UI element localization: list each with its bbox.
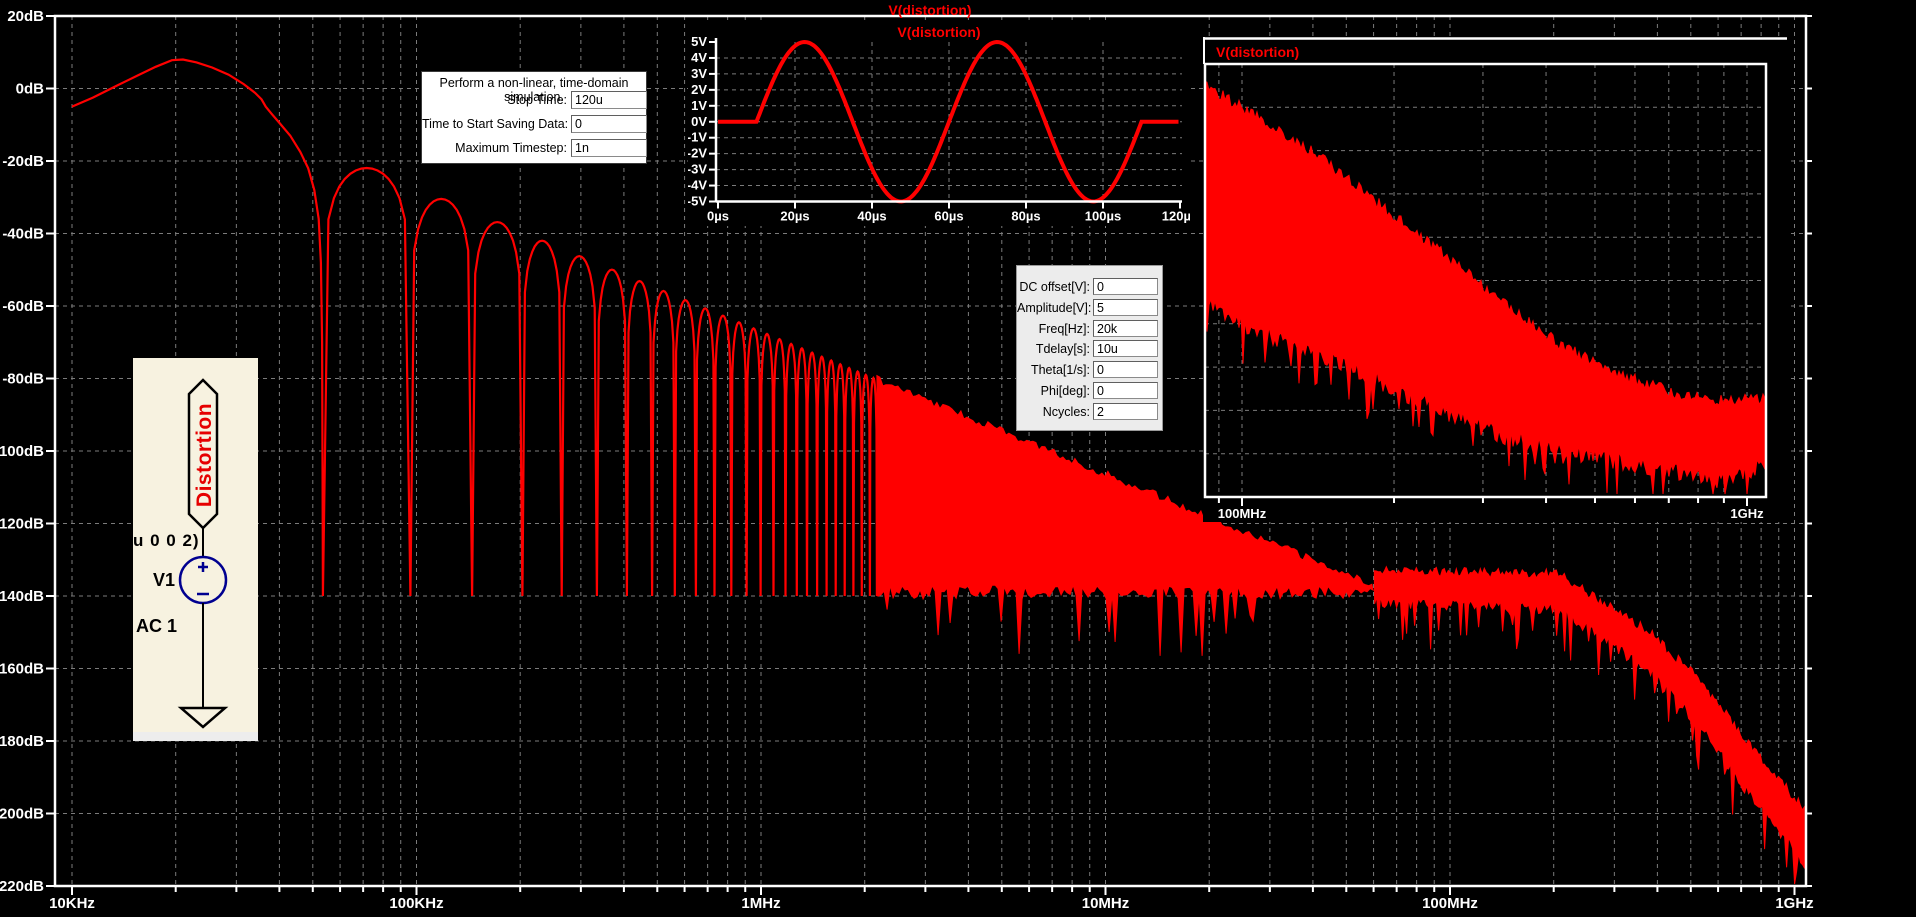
y-axis-label: -160dB (0, 661, 44, 678)
x-axis-label: 0µs (707, 209, 729, 224)
y-axis-label: 0dB (16, 81, 45, 98)
time-plot-title: V(distortion) (897, 24, 980, 40)
dc-offset-v-label: DC offset[V]: (1019, 280, 1090, 294)
x-axis-label: 10KHz (49, 895, 95, 912)
y-axis-label: -140dB (0, 588, 44, 605)
y-axis-label: -200dB (0, 806, 44, 823)
ltspice-window: 20dB 0dB -20dB -40dB -60dB -80dB -100dB -120dB -… (0, 0, 1916, 917)
ncycles-label: Ncycles: (1042, 404, 1090, 419)
time-to-start-saving-data-input[interactable]: 0 (571, 115, 647, 133)
y-axis-label: 0V (691, 114, 707, 129)
net-label-distortion: Distortion (193, 402, 216, 508)
freq-hz-label: Freq[Hz]: (1038, 321, 1090, 336)
x-axis-label: 20µs (780, 209, 809, 224)
y-axis-label: -2V (688, 146, 707, 161)
y-axis-label: 5V (691, 34, 707, 49)
freq-hz-input[interactable]: 20k (1093, 319, 1158, 337)
freq-inset-plot: 100MHz 1GHz V(distortion) (1203, 37, 1787, 521)
stop-time-label: Stop Time: (507, 93, 567, 107)
pane-bottom-strip (133, 732, 258, 741)
schematic-pane: Distortion u 0 0 2) V1 AC 1 (133, 358, 258, 741)
x-axis-label: 100µs (1085, 209, 1121, 224)
y-axis-label: -100dB (0, 443, 44, 460)
fft-trace-tail (1373, 565, 1806, 885)
y-axis-label: 1V (691, 98, 707, 113)
time-plot: 5V4V3V2V1V0V-1V-2V-3V-4V-5V0µs 20µs 40µs 60… (688, 24, 1190, 224)
stop-time-input[interactable]: 120u (571, 91, 647, 109)
x-axis-label: 80µs (1011, 209, 1040, 224)
sine-params-dialog: DC offset[V]: 0 Amplitude[V]: 5 Freq[Hz]: 20k… (1016, 265, 1163, 431)
theta-1-s-label: Theta[1/s]: (1030, 363, 1090, 378)
maximum-timestep-label: Maximum Timestep: (455, 141, 567, 155)
y-axis-label: -60dB (2, 298, 44, 315)
phi-deg-label: Phi[deg]: (1040, 384, 1090, 398)
time-to-start-saving-data-label: Time to Start Saving Data: (422, 117, 569, 131)
x-axis-label: 1GHz (1730, 506, 1764, 521)
y-axis-label: -180dB (0, 733, 44, 750)
x-axis-label: 120µs (1162, 209, 1190, 224)
y-axis-label: -80dB (2, 371, 44, 388)
maximum-timestep-input[interactable]: 1n (571, 139, 647, 157)
amplitude-v-label: Amplitude[V]: (1017, 300, 1092, 315)
x-axis-label: 10MHz (1082, 895, 1130, 912)
time-plot-pane: 5V 4V 3V 2V 1V 0V -1V -2V -3V -4V -5V 0µs 20µs 40µs 60… (688, 20, 1190, 226)
y-axis-label: 3V (691, 66, 707, 81)
x-axis-label: 40µs (857, 209, 886, 224)
y-axis-label: -220dB (0, 878, 44, 895)
ground-icon (177, 706, 229, 729)
y-axis-label: -40dB (2, 226, 44, 243)
y-axis-label: -4V (688, 178, 707, 193)
y-axis-label: 2V (691, 82, 707, 97)
y-axis-label: -120dB (0, 516, 44, 533)
freq-inset-pane: 100MHz 1GHz V(distortion) (1203, 37, 1787, 522)
transient-sim-dialog: Perform a non-linear, time-domain simula… (421, 71, 647, 164)
dc-offset-v-input[interactable]: 0 (1093, 278, 1158, 295)
component-ref-v1: V1 (153, 570, 176, 590)
y-axis-label: 4V (691, 50, 707, 65)
x-axis-label: 100MHz (1218, 506, 1267, 521)
amplitude-v-input[interactable]: 5 (1093, 298, 1158, 316)
x-axis-label: 1GHz (1775, 895, 1813, 912)
y-axis-label: -5V (688, 194, 707, 209)
phi-deg-input[interactable]: 0 (1093, 382, 1158, 399)
y-axis-label: -3V (688, 162, 707, 177)
freq-inset-title: V(distortion) (1216, 44, 1299, 60)
source-value-text: u 0 0 2) (133, 531, 200, 550)
x-axis-label: 100MHz (1422, 895, 1478, 912)
theta-1-s-input[interactable]: 0 (1093, 361, 1158, 379)
freq-inset-trace (1204, 80, 1766, 495)
tdelay-s-label: Tdelay[s]: (1035, 342, 1090, 357)
x-axis-label: 60µs (934, 209, 963, 224)
y-axis-label: -1V (688, 130, 707, 145)
spice-directive-ac1: AC 1 (136, 616, 178, 636)
x-axis-label: 100KHz (389, 895, 443, 912)
main-plot-title: V(distortion) (888, 2, 971, 18)
tdelay-s-input[interactable]: 10u (1093, 340, 1158, 358)
y-axis-label: 20dB (7, 8, 44, 25)
x-axis-label: 1MHz (741, 895, 780, 912)
y-axis-label: -20dB (2, 153, 44, 170)
ncycles-input[interactable]: 2 (1093, 402, 1158, 420)
